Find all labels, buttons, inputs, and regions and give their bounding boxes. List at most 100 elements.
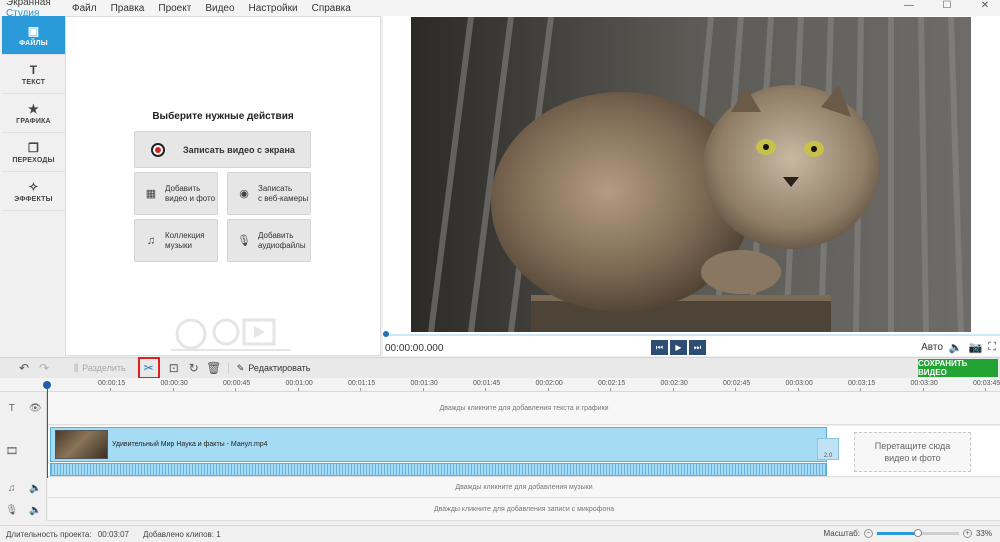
close-icon[interactable]: ✕ <box>978 0 992 11</box>
play-icon[interactable]: ▶ <box>670 340 687 355</box>
app-name: Экранная <box>6 0 51 8</box>
drop-zone-label: Перетащите сюда видео и фото <box>874 441 951 463</box>
title-bar: Экранная Студия Файл Правка Проект Видео… <box>0 0 1000 19</box>
video-preview[interactable] <box>411 17 971 332</box>
menu-settings[interactable]: Настройки <box>249 3 298 14</box>
duration-value: 00:03:07 <box>97 529 129 539</box>
mic-track[interactable]: Дважды кликните для добавления записи с … <box>48 499 1000 521</box>
volume-icon[interactable]: 🔈 <box>949 341 963 354</box>
split-label: Разделить <box>82 363 126 373</box>
drop-zone[interactable]: Перетащите сюда видео и фото <box>854 432 971 472</box>
text-track-header: T 👁 <box>0 392 47 425</box>
zoom-slider[interactable] <box>876 529 959 537</box>
tab-files[interactable]: ▣ ФАЙЛЫ <box>2 16 65 55</box>
record-screen-button[interactable]: Записать видео с экрана <box>134 131 311 168</box>
ruler-tick-label: 00:02:45 <box>723 380 751 387</box>
transitions-icon: ❐ <box>28 140 39 155</box>
music-volume-icon[interactable]: 🔈 <box>24 483 48 494</box>
mic-volume-icon[interactable]: 🔈 <box>24 505 48 516</box>
skip-forward-icon[interactable]: ⏭ <box>689 340 706 355</box>
clip-audio-waveform[interactable] <box>50 463 827 476</box>
skip-back-icon[interactable]: ⏮ <box>651 340 668 355</box>
music-collection-label: Коллекция музыки <box>165 230 205 250</box>
zoom-label: Масштаб: <box>823 529 860 538</box>
film-icon: ▦ <box>145 187 157 200</box>
ruler-tick-mark <box>672 388 674 391</box>
music-track-hint: Дважды кликните для добавления музыки <box>455 484 593 491</box>
rotate-icon[interactable]: ↻ <box>184 361 204 375</box>
mic-track-hint: Дважды кликните для добавления записи с … <box>433 506 615 513</box>
watermark-illustration <box>171 318 291 351</box>
ruler-tick-mark <box>235 388 236 391</box>
auto-aspect-toggle[interactable]: Авто <box>921 342 943 353</box>
text-track[interactable]: Дважды кликните для добавления текста и … <box>48 392 1000 425</box>
ruler-tick-mark <box>735 388 736 391</box>
ruler-tick-mark <box>922 388 924 391</box>
clip-thumbnail <box>55 430 108 459</box>
crop-icon[interactable]: ⊡ <box>164 361 184 375</box>
transition-duration: 2.0 <box>823 453 833 459</box>
music-icon: ♫ <box>146 234 156 247</box>
text-track-icon: T <box>8 403 15 414</box>
add-video-button[interactable]: ▦ Добавить видео и фото <box>134 172 218 215</box>
zoom-out-icon[interactable]: − <box>863 529 873 538</box>
zoom-slider-knob[interactable] <box>913 529 922 537</box>
tab-text[interactable]: T ТЕКСТ <box>2 55 65 94</box>
undo-icon[interactable]: ↶ <box>14 361 34 375</box>
menu-project[interactable]: Проект <box>158 3 191 14</box>
timeline-ruler[interactable]: 00:00:15 00:00:30 00:00:45 00:01:00 00:01:15… <box>0 378 1000 392</box>
duration-label: Длительность проекта: <box>6 529 92 539</box>
playback-progress[interactable] <box>383 334 1000 336</box>
maximize-icon[interactable]: ☐ <box>940 0 954 11</box>
tab-graphics[interactable]: ★ ГРАФИКА <box>2 94 65 133</box>
transition-marker[interactable]: 2.0 <box>817 438 839 460</box>
edit-button[interactable]: ✎ Редактировать <box>227 362 310 374</box>
camera-icon[interactable]: 📷 <box>969 341 983 354</box>
playback-knob[interactable] <box>383 331 389 337</box>
ruler-tick-label: 00:03:45 <box>973 380 1000 387</box>
redo-icon[interactable]: ↷ <box>34 361 54 375</box>
music-collection-button[interactable]: ♫ Коллекция музыки <box>134 219 218 262</box>
tab-graphics-label: ГРАФИКА <box>16 117 51 125</box>
zoom-in-icon[interactable]: + <box>962 529 972 538</box>
minimize-icon[interactable]: — <box>902 0 916 11</box>
player-controls: ⏮ ▶ ⏭ <box>651 340 706 355</box>
music-track-header: ♫ 🔈 <box>0 478 47 498</box>
video-clip[interactable]: Удивительный Мир Наука и факты - Манул.m… <box>50 427 839 462</box>
record-screen-label: Записать видео с экрана <box>183 144 295 155</box>
microphone-icon: 🎙 <box>237 234 251 247</box>
menu-help[interactable]: Справка <box>312 3 351 14</box>
fullscreen-icon[interactable]: ⛶ <box>988 341 996 354</box>
window-controls: — ☐ ✕ <box>902 0 992 11</box>
menu-edit[interactable]: Правка <box>111 3 145 14</box>
ruler-tick-label: 00:00:15 <box>98 380 126 387</box>
folder-icon: ▣ <box>27 23 40 38</box>
ruler-tick-label: 00:02:00 <box>535 380 563 387</box>
ruler-tick-mark <box>110 388 111 391</box>
add-audio-button[interactable]: 🎙 Добавить аудиофайлы <box>227 219 311 262</box>
status-bar: Длительность проекта: 00:03:07 Добавлено… <box>0 525 1000 542</box>
ruler-tick-label: 00:02:15 <box>598 380 626 387</box>
ruler-tick-label: 00:00:30 <box>160 380 188 387</box>
webcam-button[interactable]: ◉ Записать с веб-камеры <box>227 172 311 215</box>
music-track[interactable]: Дважды кликните для добавления музыки <box>48 478 1000 498</box>
tab-effects[interactable]: ✧ ЭФФЕКТЫ <box>2 172 65 211</box>
timeline-toolbar: ↶ ↷ ⫼ Разделить ✂ ⊡ ↻ 🗑 ✎ Редактировать … <box>0 357 1000 379</box>
menu-file[interactable]: Файл <box>72 3 97 14</box>
trash-icon[interactable]: 🗑 <box>204 361 224 375</box>
clip-name: Удивительный Мир Наука и факты - Манул.m… <box>112 441 268 448</box>
split-button[interactable]: ⫼ Разделить <box>74 363 126 374</box>
ruler-tick-mark <box>547 388 549 391</box>
ruler-tick-mark <box>297 388 299 391</box>
save-video-button[interactable]: СОХРАНИТЬ ВИДЕО <box>918 359 998 377</box>
tab-transitions[interactable]: ❐ ПЕРЕХОДЫ <box>2 133 65 172</box>
player-right-controls: Авто 🔈 📷 ⛶ <box>921 341 996 354</box>
mic-track-icon: 🎙 <box>5 504 19 516</box>
scissors-icon[interactable]: ✂ <box>137 357 160 379</box>
music-track-icon: ♫ <box>8 482 16 494</box>
wand-icon: ✧ <box>28 179 39 194</box>
eye-icon[interactable]: 👁 <box>24 403 48 414</box>
menu-video[interactable]: Видео <box>205 3 234 14</box>
tab-files-label: ФАЙЛЫ <box>19 39 48 47</box>
ruler-tick-label: 00:03:00 <box>785 380 813 387</box>
